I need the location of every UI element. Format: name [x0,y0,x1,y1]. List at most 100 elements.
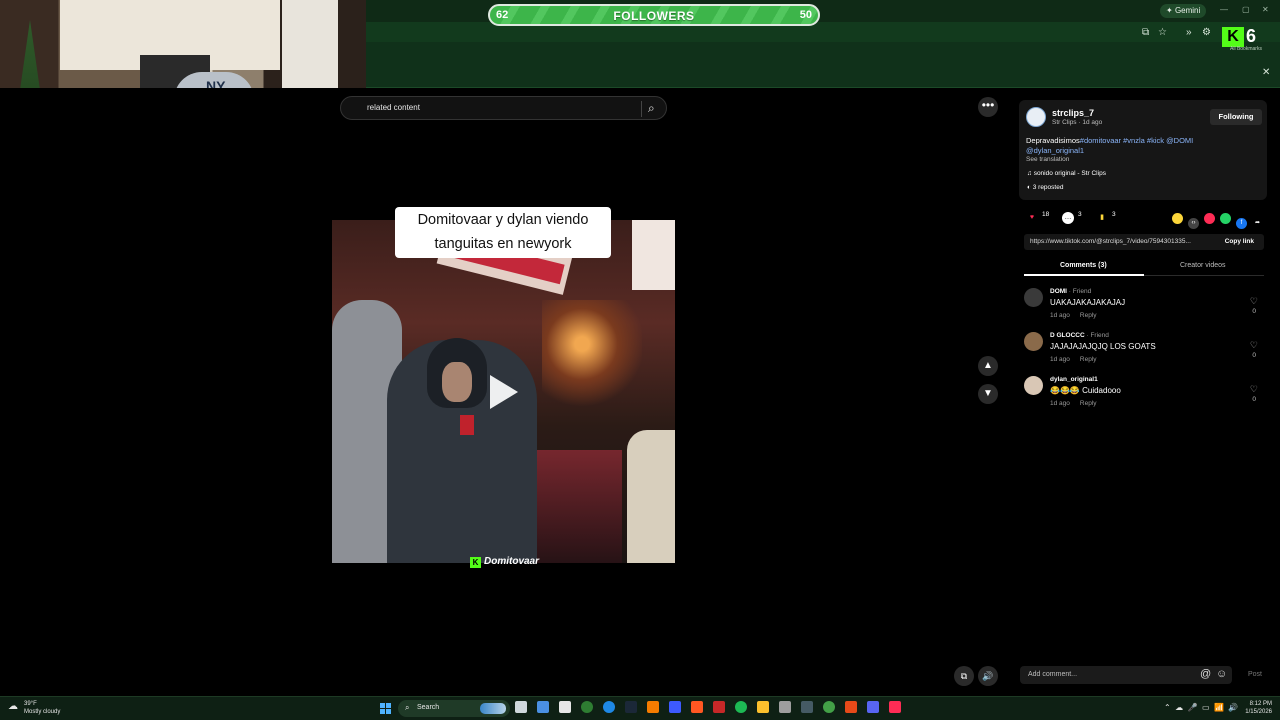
tiktok-icon[interactable] [889,701,901,713]
video-scene [632,220,675,290]
facebook-icon[interactable]: f [1236,218,1247,229]
extensions-icon[interactable]: » [1186,27,1192,38]
reply-link[interactable]: Reply [1080,356,1097,363]
play-icon[interactable] [490,375,518,409]
whatsapp-icon[interactable] [1220,213,1231,224]
next-video-button[interactable]: ▼ [978,384,998,404]
obs-icon[interactable] [801,701,813,713]
cast-icon[interactable]: ⧉ [1142,27,1149,38]
copilot-icon[interactable] [537,701,549,713]
tab-creator-videos[interactable]: Creator videos [1180,262,1226,269]
steam-icon[interactable] [625,701,637,713]
overlay-close-icon[interactable]: ✕ [1262,67,1270,78]
search-icon[interactable]: ⌕ [648,101,655,116]
comment-heart-icon[interactable]: ♡ [1250,384,1258,395]
copy-link-button[interactable]: Copy link [1225,238,1254,245]
app-icon[interactable] [779,701,791,713]
window-close-icon[interactable]: ✕ [1262,5,1269,14]
tab-comments[interactable]: Comments (3) [1060,262,1107,269]
mention-icon[interactable]: @ [1200,668,1211,680]
share-repost-icon[interactable] [1172,213,1183,224]
chrome-icon[interactable] [581,701,593,713]
comment-meta: 1d ago Reply [1050,356,1097,363]
sound-row[interactable]: ♫ sonido original - Str Clips [1027,170,1106,177]
system-tray[interactable]: ⌃ ☁ 🎤 ▭ 📶 🔊 [1164,703,1238,712]
send-icon[interactable] [1204,213,1215,224]
puzzle-icon[interactable]: ⚙ [1202,27,1211,38]
share-arrow-icon[interactable]: ➦ [1252,218,1263,229]
like-stat[interactable]: ♥ 18 [1026,211,1049,224]
app-icon[interactable] [647,701,659,713]
app-icon[interactable] [713,701,725,713]
search-input[interactable]: related content ⌕ [340,96,667,120]
video-player[interactable] [332,220,675,563]
avatar[interactable] [1024,376,1043,395]
comment-author[interactable]: DOMI · Friend [1050,288,1091,295]
previous-video-button[interactable]: ▲ [978,356,998,376]
comment-author[interactable]: D GLOCCC · Friend [1050,332,1109,339]
app-icon[interactable] [669,701,681,713]
start-icon[interactable] [380,703,391,714]
comment-heart-icon[interactable]: ♡ [1250,296,1258,307]
post-subline: Str Clips · 1d ago [1052,119,1103,126]
windows-taskbar: ☁ 39°F Mostly cloudy ⌕ Search ⌃ ☁ 🎤 ▭ 📶 … [0,696,1280,720]
video-watermark: K Domitovaar [470,556,539,568]
comment-item: dylan_original1 😂😂😂 Cuidadooo 1d ago Repl… [1024,376,1264,416]
taskbar-search[interactable]: ⌕ Search [398,700,510,717]
brave-icon[interactable] [691,701,703,713]
reply-link[interactable]: Reply [1080,400,1097,407]
gemini-button[interactable]: ✦ Gemini [1160,4,1207,18]
cloud-icon: ☁ [8,701,18,712]
heart-icon: ♥ [1029,214,1035,221]
reply-link[interactable]: Reply [1080,312,1097,319]
tab-underline [1024,274,1144,276]
comment-heart-icon[interactable]: ♡ [1250,340,1258,351]
task-view-icon[interactable] [515,701,527,713]
post-button[interactable]: Post [1248,671,1262,678]
comment-meta: 1d ago Reply [1050,312,1097,319]
avatar[interactable] [1026,107,1046,127]
comment-author[interactable]: dylan_original1 [1050,376,1098,383]
search-divider [641,101,642,117]
clock[interactable]: 8:12 PM 1/15/2026 [1240,700,1272,716]
post-username[interactable]: strclips_7 [1052,108,1094,118]
following-button[interactable]: Following [1210,109,1262,125]
emoji-icon[interactable]: ☺ [1216,668,1227,680]
comments-tabs: Comments (3) Creator videos [1024,258,1264,276]
description-mention[interactable]: @dylan_original1 [1026,146,1084,155]
save-count: 3 [1112,211,1116,218]
clock-date: 1/15/2026 [1245,709,1272,715]
comment-stat[interactable]: … 3 [1062,211,1082,224]
repost-row[interactable]: ◐ 3 reposted [1027,184,1063,191]
app-icon[interactable] [845,701,857,713]
comment-input[interactable]: Add comment... @ ☺ [1020,666,1232,684]
volume-button[interactable]: 🔊 [978,666,998,686]
avatar[interactable] [1024,288,1043,307]
comment-text: 😂😂😂 Cuidadooo [1050,386,1121,395]
minimize-icon[interactable]: — [1220,5,1228,14]
video-scene [627,430,675,563]
maximize-icon[interactable]: ▢ [1242,5,1250,14]
description-tags[interactable]: #domitovaar #vnzla #kick @DOMI [1080,136,1194,145]
edge-icon[interactable] [603,701,615,713]
file-explorer-icon[interactable] [559,701,571,713]
all-bookmarks[interactable]: All Bookmarks [1230,46,1262,52]
embed-icon[interactable]: ‹› [1188,218,1199,229]
weather-desc: Mostly cloudy [24,709,61,715]
avatar[interactable] [1024,332,1043,351]
chrome-icon[interactable] [823,701,835,713]
video-caption: Domitovaar y dylan viendo tanguitas en n… [395,207,611,258]
post-link[interactable]: https://www.tiktok.com/@strclips_7/video… [1030,238,1214,245]
spotify-icon[interactable] [735,701,747,713]
repost-label: 3 reposted [1032,184,1064,191]
folder-icon[interactable] [757,701,769,713]
pip-button[interactable]: ⧉ [954,666,974,686]
comment-like-count: 0 [1252,308,1256,315]
description-text: Depravadisimos [1026,136,1080,145]
save-stat[interactable]: ▮ 3 [1096,211,1116,224]
more-options-button[interactable]: ••• [978,97,998,117]
see-translation-link[interactable]: See translation [1026,156,1069,163]
star-icon[interactable]: ☆ [1158,27,1167,38]
video-scene [442,362,472,402]
discord-icon[interactable] [867,701,879,713]
